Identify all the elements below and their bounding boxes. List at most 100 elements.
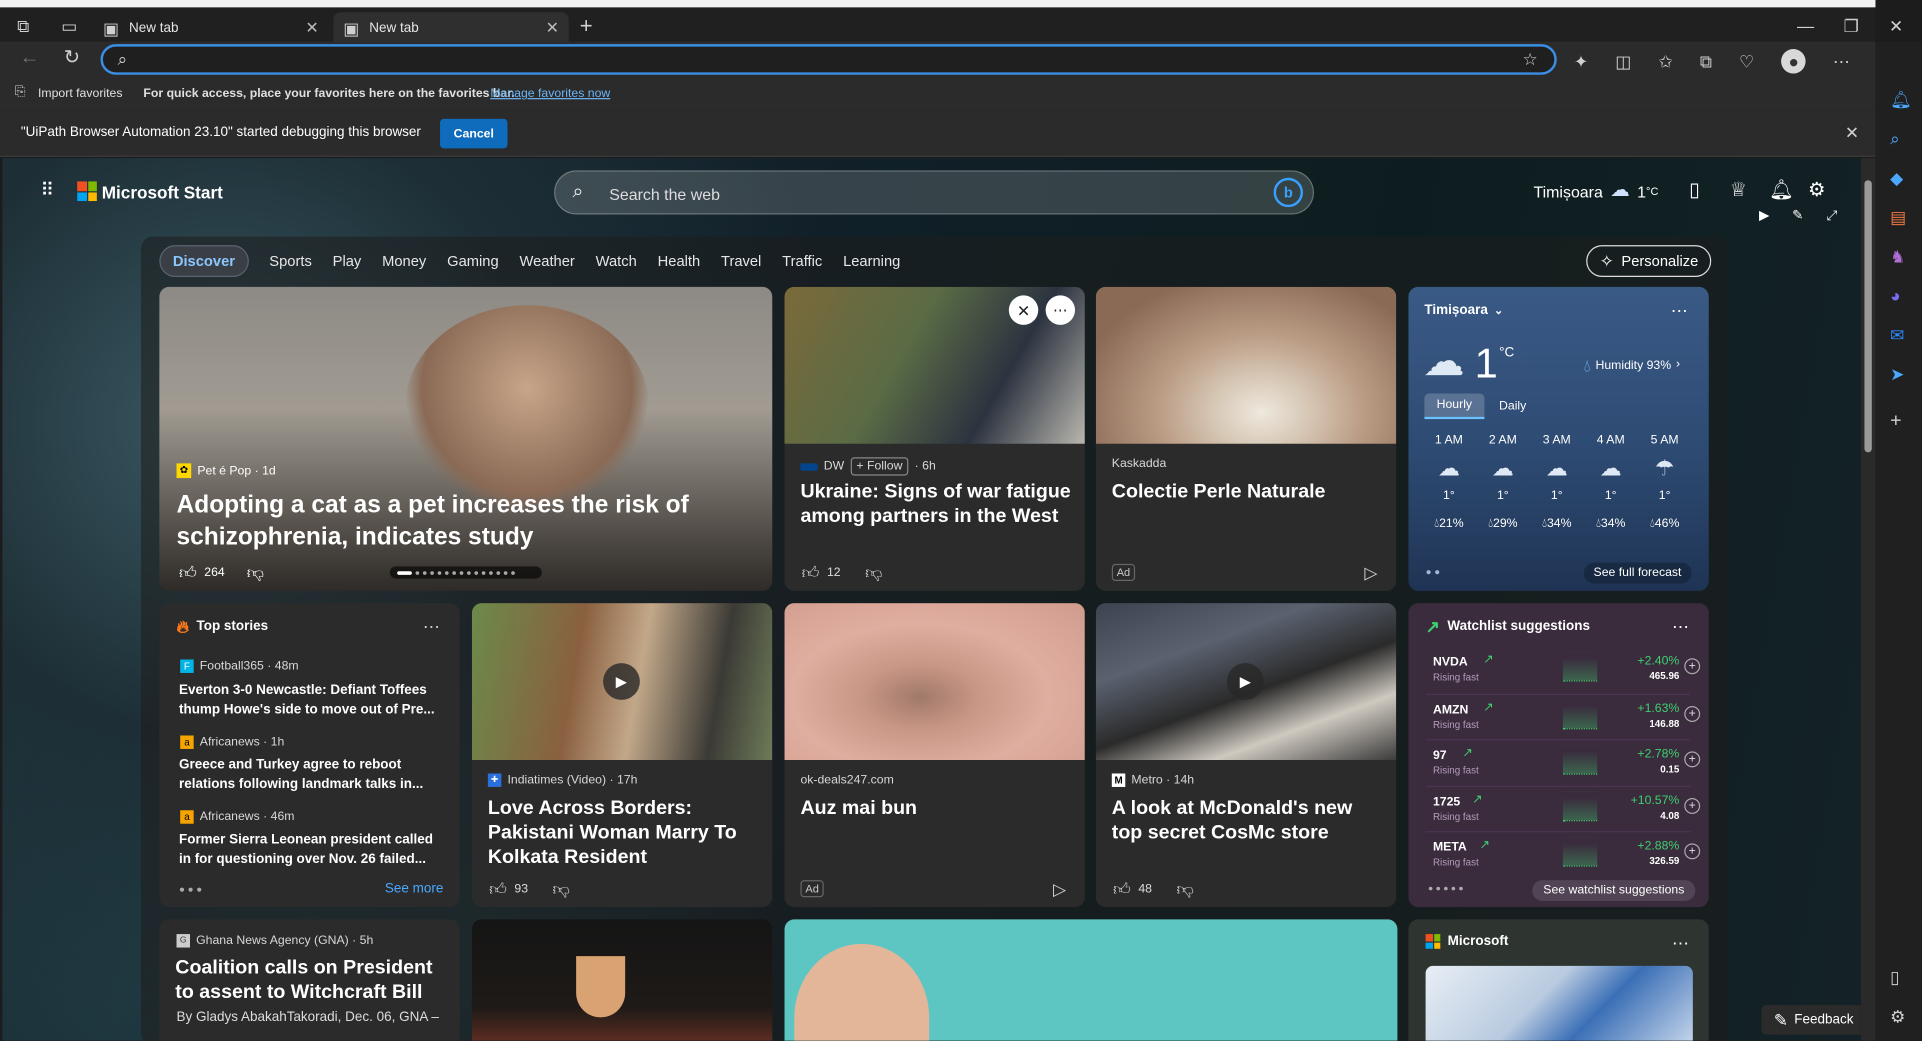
fullscreen-icon[interactable]: ⤢ bbox=[1826, 209, 1837, 223]
full-forecast-button[interactable]: See full forecast bbox=[1583, 562, 1692, 584]
news-card-surprised[interactable] bbox=[784, 919, 1398, 1041]
humidity[interactable]: 💧︎ Humidity 93% › bbox=[1584, 357, 1680, 374]
weather-location[interactable]: Timișoara ⌄ bbox=[1424, 303, 1503, 318]
notifications-icon[interactable]: 🔔︎ bbox=[1890, 91, 1912, 108]
close-tab-icon[interactable]: ✕ bbox=[305, 18, 318, 38]
new-tab-icon[interactable]: + bbox=[580, 15, 593, 37]
watchlist-menu-icon[interactable]: ⋯ bbox=[1672, 618, 1689, 635]
weather-menu-icon[interactable]: ⋯ bbox=[1671, 302, 1688, 319]
app-launcher-icon[interactable]: ⠿ bbox=[40, 181, 53, 199]
scrollbar-thumb[interactable] bbox=[1864, 180, 1872, 453]
dislike-icon[interactable]: 👎︎ bbox=[1176, 880, 1193, 897]
play-background-icon[interactable]: ▶ bbox=[1759, 209, 1769, 223]
bing-chat-icon[interactable]: b bbox=[1273, 177, 1304, 208]
tab-gaming[interactable]: Gaming bbox=[447, 253, 499, 270]
gna-title[interactable]: Coalition calls on President to assent t… bbox=[175, 956, 451, 1005]
settings-icon[interactable]: ⚙ bbox=[1808, 181, 1826, 201]
weather-card[interactable]: Timișoara ⌄ ⋯ ☁ 1 °C 💧︎ Humidity 93% › H… bbox=[1408, 286, 1709, 591]
feedback-button[interactable]: ✎ Feedback bbox=[1761, 1005, 1861, 1035]
tab-hourly[interactable]: Hourly bbox=[1424, 393, 1485, 420]
top-stories-menu-icon[interactable]: ⋯ bbox=[423, 618, 440, 635]
drop-icon[interactable]: ➤ bbox=[1890, 365, 1904, 382]
see-watchlist-button[interactable]: See watchlist suggestions bbox=[1532, 880, 1696, 901]
ad-card-perle[interactable]: Kaskadda Colectie Perle Naturale Ad ▷ bbox=[1095, 286, 1397, 591]
manage-favorites-link[interactable]: Manage favorites now bbox=[490, 87, 610, 100]
card-menu-icon[interactable]: ⋯ bbox=[1045, 295, 1076, 325]
news-card-dw[interactable]: ✕ ⋯ DW + Follow · 6h Ukraine: Signs of w… bbox=[784, 286, 1085, 591]
stock-row[interactable]: 1725 ↗ Rising fast +10.57% 4.08 + bbox=[1425, 785, 1701, 828]
metro-title[interactable]: A look at McDonald's new top secret CosM… bbox=[1112, 797, 1388, 846]
dw-title[interactable]: Ukraine: Signs of war fatigue among part… bbox=[800, 481, 1076, 530]
hero-card[interactable]: ✿ Pet é Pop · 1d Adopting a cat as a pet… bbox=[159, 286, 773, 591]
microsoft-card-menu-icon[interactable]: ⋯ bbox=[1672, 934, 1689, 951]
close-window-icon[interactable]: ✕ bbox=[1889, 17, 1903, 34]
dislike-icon[interactable]: 👎︎ bbox=[553, 880, 570, 897]
favorite-star-icon[interactable]: ☆ bbox=[1522, 50, 1537, 67]
ad-choices-icon[interactable]: ▷ bbox=[1053, 880, 1066, 897]
stock-row[interactable]: META ↗ Rising fast +2.88% 326.59 + bbox=[1425, 831, 1701, 873]
performance-icon[interactable]: ♡ bbox=[1739, 53, 1754, 70]
story-2-title[interactable]: Greece and Turkey agree to reboot relati… bbox=[179, 755, 449, 794]
tab-travel[interactable]: Travel bbox=[721, 253, 761, 270]
weather-pager[interactable]: ● ● bbox=[1426, 566, 1441, 577]
tab-traffic[interactable]: Traffic bbox=[782, 253, 822, 270]
stock-row[interactable]: NVDA ↗ Rising fast +2.40% 465.96 + bbox=[1426, 647, 1701, 689]
ad-card-ok-deals[interactable]: ok-deals247.com Auz mai bun Ad ▷ bbox=[784, 603, 1085, 908]
rewards-icon[interactable]: ♕ bbox=[1730, 181, 1748, 201]
hero-title[interactable]: Adopting a cat as a pet increases the ri… bbox=[177, 489, 753, 553]
follow-button[interactable]: + Follow bbox=[850, 457, 909, 476]
news-card-indiatimes[interactable]: ▶ ✚ Indiatimes (Video) · 17h Love Across … bbox=[471, 603, 773, 908]
tools-icon[interactable]: ▤ bbox=[1890, 208, 1906, 225]
phone-icon[interactable]: ▯ bbox=[1689, 181, 1700, 201]
personalize-button[interactable]: ✧ Personalize bbox=[1586, 245, 1712, 278]
search-sidebar-icon[interactable]: ⌕ bbox=[1890, 130, 1900, 147]
microsoft-365-icon[interactable]: ◕ bbox=[1890, 287, 1900, 304]
see-more-link[interactable]: See more bbox=[385, 881, 443, 896]
split-screen-icon[interactable]: ◫ bbox=[1615, 53, 1631, 70]
story-1-title[interactable]: Everton 3-0 Newcastle: Defiant Toffees t… bbox=[179, 680, 449, 719]
tab-weather[interactable]: Weather bbox=[519, 253, 574, 270]
import-favorites[interactable]: Import favorites bbox=[38, 87, 122, 100]
stock-row[interactable]: AMZN ↗ Rising fast +1.63% 146.88 + bbox=[1425, 693, 1701, 736]
close-infobar-icon[interactable]: ✕ bbox=[1845, 124, 1859, 141]
news-card-gna[interactable]: G Ghana News Agency (GNA) · 5h Coalition … bbox=[159, 919, 460, 1041]
watchlist-pager[interactable]: ● ● ● ● ● bbox=[1428, 885, 1463, 894]
sidebar-settings-icon[interactable]: ⚙ bbox=[1890, 1008, 1905, 1025]
tab-2[interactable]: ▣ New tab ✕ bbox=[333, 12, 569, 45]
address-bar[interactable]: ⌕ ☆ bbox=[100, 44, 1557, 75]
top-stories-pager[interactable]: ● ● ● bbox=[179, 884, 202, 895]
brand-title[interactable]: Microsoft Start bbox=[102, 183, 223, 203]
add-to-watchlist-icon[interactable]: + bbox=[1684, 843, 1701, 860]
story-3-title[interactable]: Former Sierra Leonean president called i… bbox=[179, 830, 449, 869]
add-to-watchlist-icon[interactable]: + bbox=[1684, 706, 1701, 722]
address-input[interactable] bbox=[142, 49, 1491, 70]
tab-learning[interactable]: Learning bbox=[843, 253, 900, 270]
perle-title[interactable]: Colectie Perle Naturale bbox=[1112, 481, 1388, 506]
ad-choices-icon[interactable]: ▷ bbox=[1364, 564, 1377, 581]
back-icon[interactable]: ← bbox=[20, 48, 40, 69]
bell-icon[interactable]: 🔔︎ bbox=[1769, 181, 1794, 201]
outlook-icon[interactable]: ✉ bbox=[1890, 326, 1904, 343]
favorites-icon[interactable]: ✩ bbox=[1658, 53, 1672, 70]
web-search-box[interactable]: ⌕ Search the web b bbox=[554, 170, 1315, 215]
like-icon[interactable]: 👍︎ bbox=[1113, 880, 1131, 897]
tab-daily[interactable]: Daily bbox=[1484, 395, 1541, 418]
indiatimes-title[interactable]: Love Across Borders: Pakistani Woman Mar… bbox=[488, 797, 764, 871]
minimize-icon[interactable]: — bbox=[1797, 17, 1814, 34]
games-icon[interactable]: ♞ bbox=[1890, 248, 1905, 265]
like-icon[interactable]: 👍︎ bbox=[489, 880, 507, 897]
ok-deals-title[interactable]: Auz mai bun bbox=[800, 797, 1076, 822]
vertical-tabs-icon[interactable]: ▭ bbox=[61, 17, 77, 34]
tab-discover[interactable]: Discover bbox=[159, 245, 249, 278]
add-to-watchlist-icon[interactable]: + bbox=[1684, 658, 1701, 675]
workspaces-icon[interactable]: ⧉ bbox=[17, 17, 29, 34]
news-card-metro[interactable]: ▶ M Metro · 14h A look at McDonald's new … bbox=[1095, 603, 1397, 908]
stock-row[interactable]: 97 ↗ Rising fast +2.78% 0.15 + bbox=[1425, 739, 1701, 781]
extensions-icon[interactable]: ✦ bbox=[1574, 53, 1588, 70]
play-video-icon[interactable]: ▶ bbox=[603, 663, 640, 700]
add-sidebar-icon[interactable]: + bbox=[1890, 411, 1901, 432]
refresh-icon[interactable]: ↻ bbox=[64, 48, 80, 69]
dislike-icon[interactable]: 👎︎ bbox=[865, 564, 882, 581]
profile-avatar[interactable]: ● bbox=[1781, 49, 1806, 74]
collections-icon[interactable]: ⧉ bbox=[1700, 53, 1712, 70]
